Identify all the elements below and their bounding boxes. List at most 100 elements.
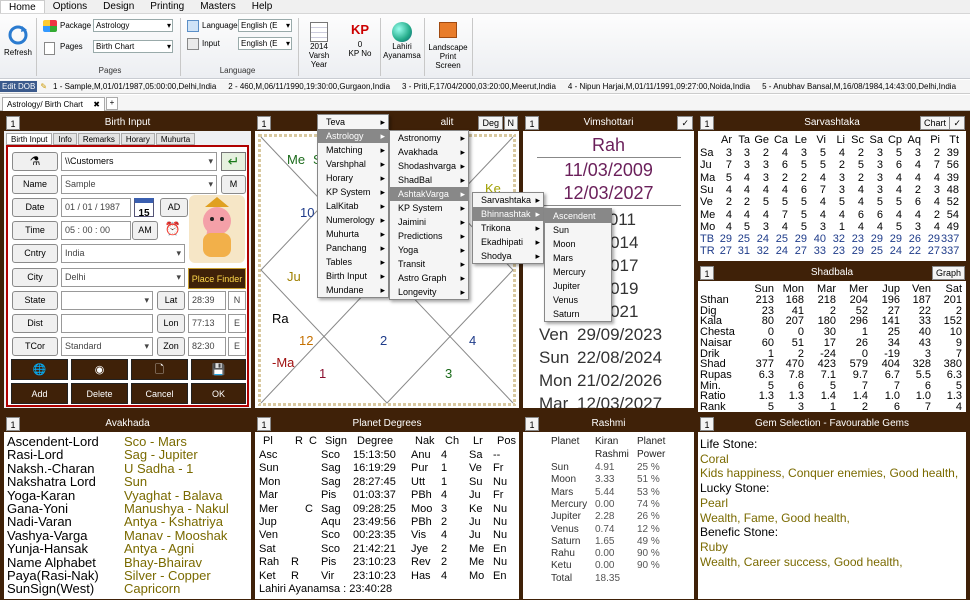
- add-button[interactable]: Add: [11, 383, 68, 404]
- menu-item[interactable]: Saturn: [545, 307, 611, 321]
- target-button[interactable]: ◉: [71, 359, 128, 380]
- birth-tab-info[interactable]: Info: [53, 133, 77, 145]
- state-field[interactable]: ▾: [61, 291, 153, 310]
- menu-item[interactable]: Astro Graph ▸: [390, 271, 468, 285]
- ok-button[interactable]: OK: [191, 383, 246, 404]
- lagna-panel-number[interactable]: 1: [257, 116, 271, 130]
- menu-item[interactable]: Sun: [545, 223, 611, 237]
- customers-icon[interactable]: ⚗: [12, 152, 58, 171]
- dob-item[interactable]: 2 - 460,M,06/11/1990,19:30:00,Gurgaon,In…: [228, 82, 390, 91]
- menu-item[interactable]: Astrology ▸: [318, 129, 388, 143]
- new-file-button[interactable]: 🗋: [131, 359, 188, 380]
- city-field[interactable]: Delhi ▾: [61, 268, 185, 287]
- menu-item[interactable]: KP System ▸: [390, 201, 468, 215]
- new-tab-button[interactable]: +: [106, 97, 118, 110]
- menu-help[interactable]: Help: [244, 0, 281, 13]
- am-button[interactable]: AM: [132, 221, 158, 240]
- gender-button[interactable]: M: [221, 175, 246, 194]
- menu-item[interactable]: Numerology ▸: [318, 213, 388, 227]
- menu-printing[interactable]: Printing: [142, 0, 192, 13]
- deg-button[interactable]: Deg: [478, 116, 503, 130]
- menu-item[interactable]: Horary ▸: [318, 171, 388, 185]
- close-icon[interactable]: ✖: [93, 100, 100, 109]
- menu-options[interactable]: Options: [45, 0, 95, 13]
- time-field[interactable]: 05 : 00 : 00: [61, 221, 131, 240]
- birth-tab-birth-input[interactable]: Birth Input: [6, 133, 53, 145]
- name-field[interactable]: Sample ▾: [61, 175, 217, 194]
- date-field[interactable]: 01 / 01 / 1987: [61, 198, 131, 217]
- birth-tab-horary[interactable]: Horary: [120, 133, 155, 145]
- dob-item[interactable]: 1 - Sample,M,01/01/1987,05:00:00,Delhi,I…: [53, 82, 216, 91]
- tab-birth-chart[interactable]: Astrology/ Birth Chart ✖: [2, 97, 105, 111]
- menu-item[interactable]: Longevity ▸: [390, 285, 468, 299]
- menu-masters[interactable]: Masters: [192, 0, 244, 13]
- landscape-button[interactable]: Landscape Print Screen: [426, 22, 470, 70]
- menu-item[interactable]: Ekadhipati ▸: [473, 235, 543, 249]
- gem-panel-number[interactable]: 1: [700, 417, 714, 431]
- lon-direction[interactable]: E: [228, 314, 246, 333]
- lon-field[interactable]: 77:13: [188, 314, 226, 333]
- globe-button[interactable]: 🌐: [11, 359, 68, 380]
- country-field[interactable]: India ▾: [61, 244, 185, 263]
- menu-item[interactable]: Mars: [545, 251, 611, 265]
- dob-item[interactable]: 5 - Anubhav Bansal,M,16/08/1984,14:43:00…: [762, 82, 956, 91]
- return-arrow-icon[interactable]: ↵: [221, 152, 246, 171]
- varsh-year-button[interactable]: 2014 Varsh Year: [301, 22, 337, 69]
- menu-item[interactable]: Transit ▸: [390, 257, 468, 271]
- pages-combo[interactable]: Birth Chart: [93, 40, 173, 53]
- menu-item[interactable]: Sarvashtaka ▸: [473, 193, 543, 207]
- menu-item[interactable]: ShadBal ▸: [390, 173, 468, 187]
- package-combo[interactable]: Astrology: [93, 19, 173, 32]
- menu-item[interactable]: Yoga ▸: [390, 243, 468, 257]
- calendar-icon[interactable]: 15: [134, 198, 154, 219]
- tcor-field[interactable]: Standard ▾: [61, 337, 153, 356]
- graph-button[interactable]: Graph: [931, 266, 965, 280]
- refresh-button[interactable]: Refresh: [2, 24, 34, 57]
- language-combo[interactable]: English (E: [238, 19, 292, 32]
- menu-item[interactable]: Avakhada ▸: [390, 145, 468, 159]
- menu-design[interactable]: Design: [95, 0, 142, 13]
- n-button[interactable]: N: [503, 116, 518, 130]
- zon-field[interactable]: 82:30: [188, 337, 226, 356]
- delete-button[interactable]: Delete: [71, 383, 128, 404]
- ayanamsa-button[interactable]: Lahiri Ayanamsa: [382, 22, 422, 60]
- menu-item[interactable]: AshtakVarga ▸: [390, 187, 468, 201]
- menu-item[interactable]: Varshphal ▸: [318, 157, 388, 171]
- menu-item[interactable]: Matching ▸: [318, 143, 388, 157]
- save-button[interactable]: 💾: [191, 359, 246, 380]
- sarva-panel-number[interactable]: 1: [700, 116, 714, 130]
- menu-item[interactable]: Teva ▸: [318, 115, 388, 129]
- rashmi-panel-number[interactable]: 1: [525, 417, 539, 431]
- dob-item[interactable]: 4 - Nipun Harjai,M,01/11/1991,09:27:00,N…: [568, 82, 750, 91]
- shad-panel-number[interactable]: 1: [700, 266, 714, 280]
- menu-item[interactable]: Shodashvarga ▸: [390, 159, 468, 173]
- place-finder-button[interactable]: Place Finder: [188, 268, 246, 289]
- dist-field[interactable]: [61, 314, 153, 333]
- lat-field[interactable]: 28:39: [188, 291, 226, 310]
- menu-item[interactable]: KP System ▸: [318, 185, 388, 199]
- birth-tab-remarks[interactable]: Remarks: [77, 133, 120, 145]
- avak-panel-number[interactable]: 1: [6, 417, 20, 431]
- input-combo[interactable]: English (E: [238, 37, 292, 50]
- vim-check-icon[interactable]: ✓: [677, 116, 693, 130]
- birth-panel-number[interactable]: 1: [6, 116, 20, 130]
- menu-item[interactable]: Trikona ▸: [473, 221, 543, 235]
- menu-item[interactable]: Astronomy ▸: [390, 131, 468, 145]
- menu-item[interactable]: Tables ▸: [318, 255, 388, 269]
- menu-item[interactable]: Bhinnashtak ▸: [473, 207, 543, 221]
- menu-home[interactable]: Home: [0, 0, 45, 13]
- lat-direction[interactable]: N: [228, 291, 246, 310]
- menu-item[interactable]: Panchang ▸: [318, 241, 388, 255]
- vim-panel-number[interactable]: 1: [525, 116, 539, 130]
- menu-item[interactable]: Ascendent: [545, 209, 611, 223]
- menu-item[interactable]: Muhurta ▸: [318, 227, 388, 241]
- sarva-check-icon[interactable]: ✓: [949, 116, 965, 130]
- chart-button[interactable]: Chart: [919, 116, 950, 130]
- cancel-button[interactable]: Cancel: [131, 383, 188, 404]
- menu-item[interactable]: LalKitab ▸: [318, 199, 388, 213]
- menu-item[interactable]: Mundane ▸: [318, 283, 388, 297]
- menu-item[interactable]: Jaimini ▸: [390, 215, 468, 229]
- edit-dob-button[interactable]: Edit DOB: [0, 81, 38, 92]
- menu-item[interactable]: Predictions ▸: [390, 229, 468, 243]
- ad-button[interactable]: AD: [160, 198, 188, 217]
